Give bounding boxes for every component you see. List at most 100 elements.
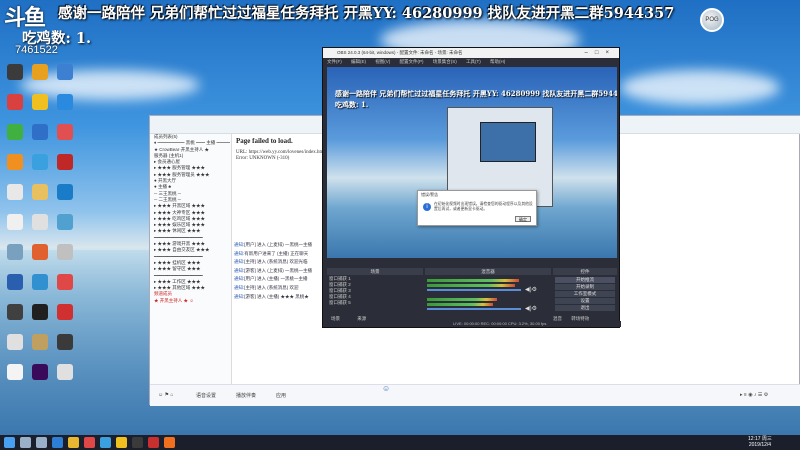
app-icon [57,214,73,230]
user-avatar-icon[interactable]: ☺ ⚑ ⌂ [158,392,173,398]
emoji-input-icon[interactable]: ☺ [382,384,390,393]
message-row: 通知:[用户] 进入 (上麦排) 一黑桃一主播 [234,242,324,251]
dialog-ok-button[interactable]: 确定 [515,216,531,222]
message-sender: 通知: [234,242,245,247]
message-sender: 通知: [234,267,245,273]
source-list: 窗口捕获 1 窗口捕获 2 窗口捕获 3 窗口捕获 4 窗口捕获 5 [327,276,423,306]
desktop-icon[interactable] [52,154,78,170]
desktop-icon[interactable] [52,124,78,140]
message-text: [用户] 进入 (上麦排) 一黑桃一主播 [244,242,313,247]
tree-item[interactable]: ♦ ━━━━━━ 黑桃 ━━ 主播 ━━━ [150,140,231,146]
controls-list: 开始推流 开始录制 工作室模式 设置 退出 [553,276,617,312]
app-icon [57,94,73,110]
desktop-icon[interactable] [27,214,53,230]
desktop-icon[interactable] [27,274,53,290]
qq-icon[interactable] [100,437,111,448]
desktop-icon[interactable] [2,364,28,380]
desktop-icon[interactable] [52,274,78,290]
control-button[interactable]: 开始推流 [555,277,615,283]
desktop-icon[interactable] [27,124,53,140]
streamer-avatar: POG [700,8,724,32]
desktop-icon[interactable] [2,244,28,260]
desktop-icon[interactable] [2,124,28,140]
control-button[interactable]: 退出 [555,305,615,311]
desktop-icon[interactable] [2,274,28,290]
game-icon[interactable] [148,437,159,448]
desktop-icon[interactable] [2,304,28,320]
app-icon [32,244,48,260]
search-icon[interactable] [20,437,31,448]
scenes-dock-header: 场景 [327,268,423,275]
desktop-icon[interactable] [52,304,78,320]
apps-button[interactable]: 应用 [276,392,286,399]
app-icon [7,64,23,80]
obs-preview: 感谢一路陪伴 兄弟们帮忙过过福星任务拜托 开黑YY: 46280999 找队友进… [327,67,617,258]
desktop-icon[interactable] [52,94,78,110]
app-icon [7,154,23,170]
desktop-icon[interactable] [52,364,78,380]
desktop-icon[interactable] [2,94,28,110]
app-icon [7,184,23,200]
desktop-icon[interactable] [52,334,78,350]
control-button[interactable]: 工作室模式 [555,291,615,297]
speaker-icon[interactable]: ◀)⚙ [525,305,537,312]
desktop-icon[interactable] [2,214,28,230]
desktop-icon[interactable] [2,334,28,350]
message-row: 通知:[主持] 进入 (系统消息) 欢迎光临 [234,259,324,268]
obs-dock: 场景 混音器 控件 窗口捕获 1 窗口捕获 2 窗口捕获 3 窗口捕获 4 窗口捕获 5… [327,268,617,324]
desktop-icon[interactable] [2,184,28,200]
app-icon [57,64,73,80]
chat-bottom-bar: ☺ ⚑ ⌂ 语音设置 播放伴奏 应用 ▸ ≡ ◉ ♪ ☰ ⚙ [150,384,800,406]
desktop-icon[interactable] [52,244,78,260]
obs-icon[interactable] [132,437,143,448]
message-sender: 通知: [234,284,245,290]
app-icon [32,184,48,200]
douyu-icon[interactable] [164,437,175,448]
app-icon [57,364,73,380]
taskbar-clock[interactable]: 12:17 周三 2019/12/4 [748,436,772,448]
app-icon [32,124,48,140]
message-row: 通知:[主持] 进入 (系统消息) 欢迎 [234,285,324,294]
desktop-icon[interactable] [52,64,78,80]
app-icon [32,154,48,170]
source-item[interactable]: 窗口捕获 5 [327,300,423,306]
desktop-icon[interactable] [27,94,53,110]
desktop-icon[interactable] [27,334,53,350]
desktop-icon[interactable] [52,214,78,230]
desktop-icon[interactable] [2,64,28,80]
message-sender: 通知: [234,293,245,299]
app-icon [32,274,48,290]
yy-icon[interactable] [116,437,127,448]
window-controls[interactable]: –□× [585,48,616,58]
page-failed-error: Error: UNKNOWN (-310) [236,156,290,161]
speaker-icon[interactable]: ◀)⚙ [525,286,537,293]
obs-titlebar[interactable]: OBS 24.0.3 (64-bit, windows) - 配置文件: 未命名… [323,48,619,58]
desktop-icon[interactable] [2,154,28,170]
tree-item[interactable]: ★ 开黑主持人 ★ ☺ [150,298,231,304]
app-icon [32,64,48,80]
app-icon [57,184,73,200]
edge-icon[interactable] [52,437,63,448]
desktop-icon[interactable] [27,184,53,200]
bottom-right-tools[interactable]: ▸ ≡ ◉ ♪ ☰ ⚙ [740,392,768,398]
desktop-icon[interactable] [27,364,53,380]
start-icon[interactable] [4,437,15,448]
app-icon [57,334,73,350]
chrome-icon[interactable] [84,437,95,448]
app-icon [32,304,48,320]
voice-settings-button[interactable]: 语音设置 [196,392,216,399]
desktop-icon[interactable] [27,64,53,80]
desktop-icon[interactable] [52,184,78,200]
explorer-icon[interactable] [68,437,79,448]
obs-menubar[interactable]: 文件(F) 编辑(E) 视图(V) 配置文件(P) 场景集合(S) 工具(T) … [323,58,619,66]
desktop-icon[interactable] [27,244,53,260]
volume-slider[interactable] [427,289,521,291]
task-view-icon[interactable] [36,437,47,448]
app-icon [57,124,73,140]
desktop-icon[interactable] [27,154,53,170]
volume-slider[interactable] [427,308,521,310]
desktop-icon[interactable] [27,304,53,320]
play-music-button[interactable]: 播放伴奏 [236,392,256,399]
control-button[interactable]: 开始录制 [555,284,615,290]
control-button[interactable]: 设置 [555,298,615,304]
